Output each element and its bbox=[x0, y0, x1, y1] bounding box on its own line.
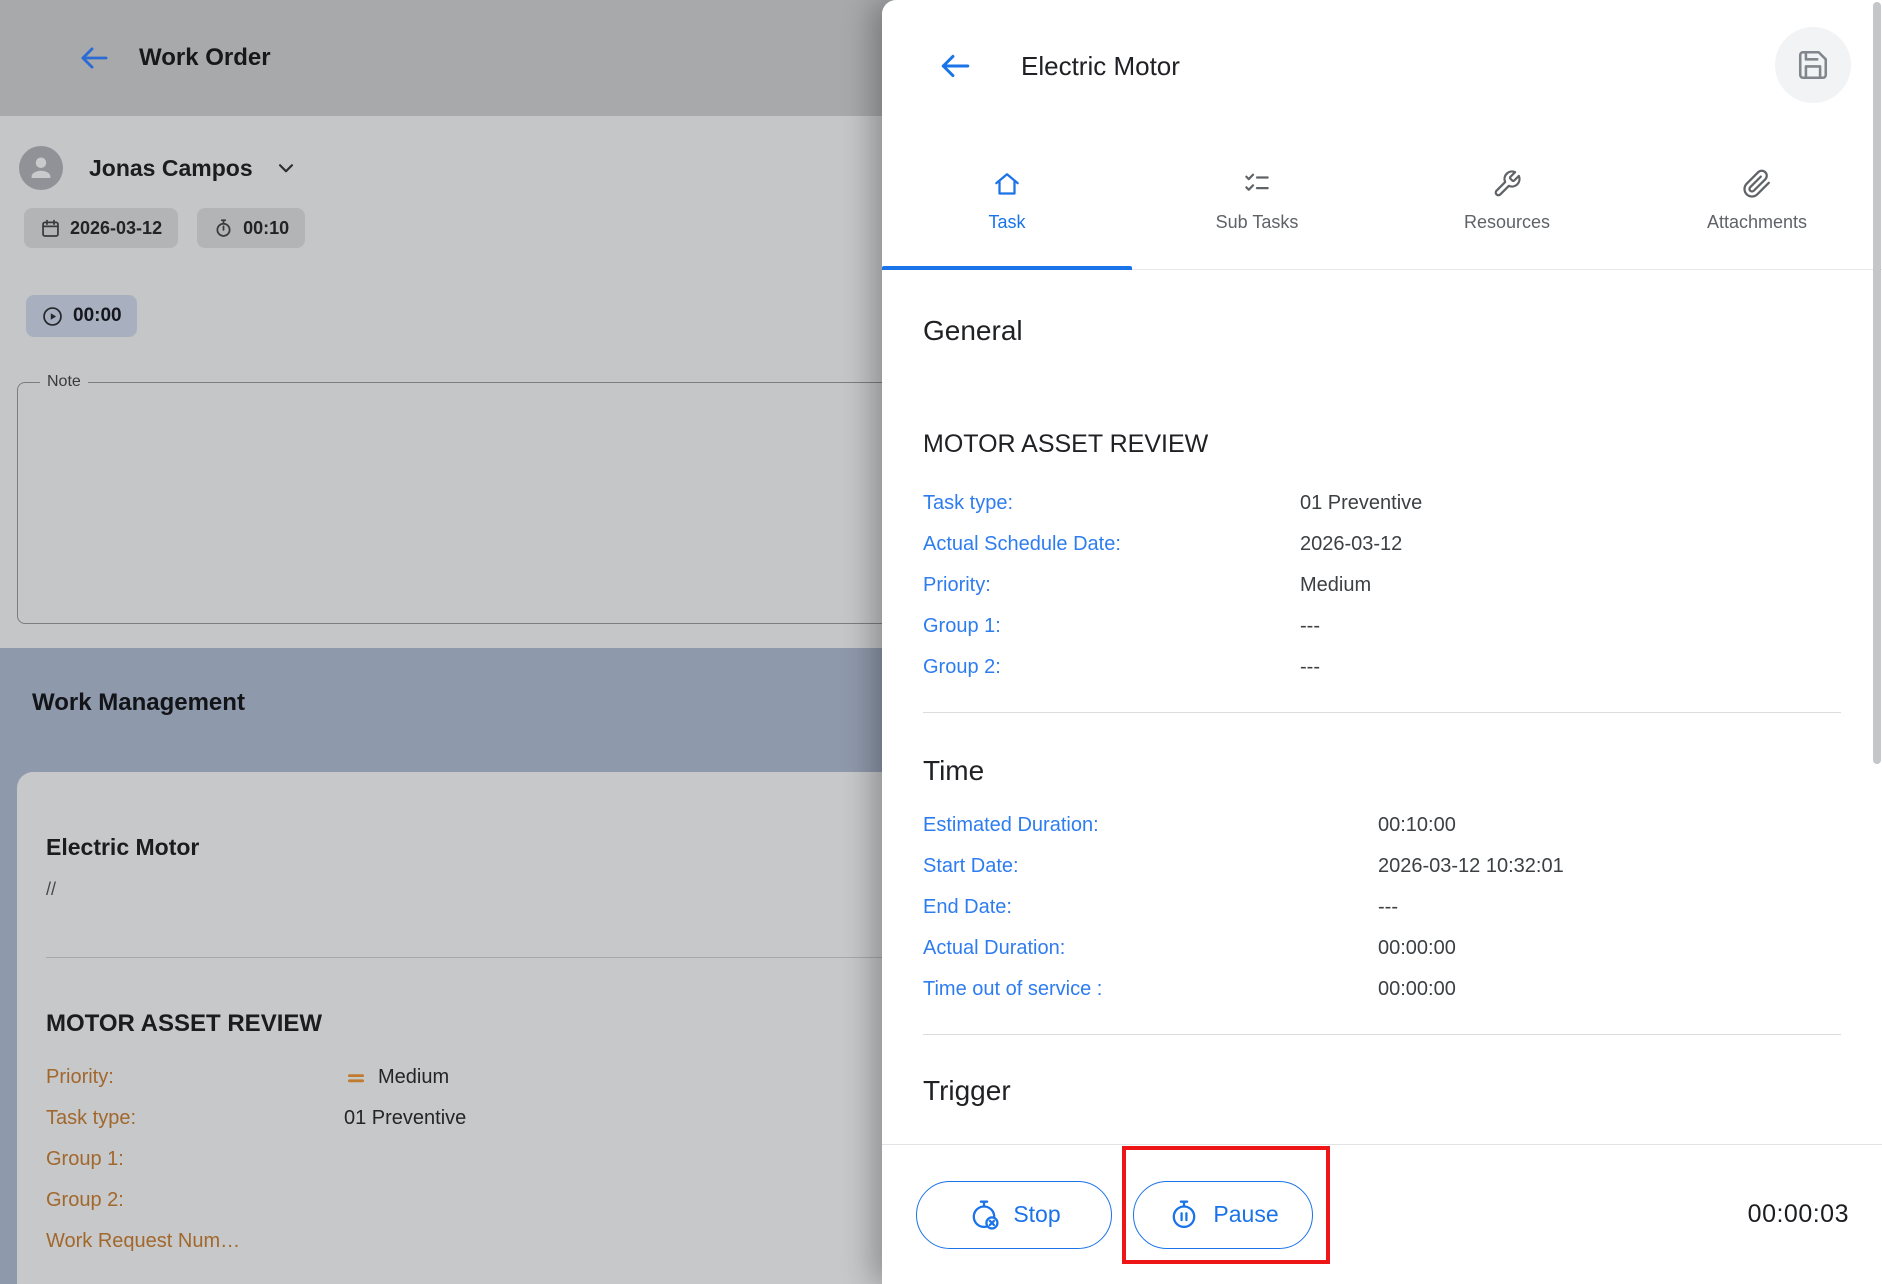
drawer-header: Electric Motor bbox=[882, 0, 1882, 132]
priority-medium-icon bbox=[344, 1066, 368, 1090]
pause-button-label: Pause bbox=[1213, 1201, 1278, 1228]
detail-row: End Date: --- bbox=[923, 887, 1841, 928]
task-detail-drawer: Electric Motor Task Sub Tasks Resources bbox=[882, 0, 1882, 1284]
heading-motor-asset-review: MOTOR ASSET REVIEW bbox=[923, 429, 1841, 459]
heading-time: Time bbox=[923, 754, 1841, 788]
assignee-name: Jonas Campos bbox=[89, 155, 253, 182]
detail-value: 00:00:00 bbox=[1378, 937, 1456, 960]
time-rows: Estimated Duration: 00:10:00 Start Date:… bbox=[923, 805, 1841, 1010]
field-label: Group 1: bbox=[46, 1148, 344, 1171]
drawer-footer: Stop Pause 00:00:03 bbox=[882, 1144, 1882, 1284]
detail-row: Group 2: --- bbox=[923, 647, 1841, 688]
back-icon[interactable] bbox=[77, 41, 111, 75]
avatar bbox=[19, 146, 63, 190]
detail-row: Actual Schedule Date: 2026-03-12 bbox=[923, 524, 1841, 565]
paperclip-icon bbox=[1742, 169, 1772, 199]
detail-row: Start Date: 2026-03-12 10:32:01 bbox=[923, 846, 1841, 887]
detail-label: Start Date: bbox=[923, 855, 1378, 878]
timer-chip-value: 00:00 bbox=[73, 305, 122, 327]
detail-row: Estimated Duration: 00:10:00 bbox=[923, 805, 1841, 846]
tab-sub-tasks[interactable]: Sub Tasks bbox=[1132, 132, 1382, 269]
stop-button-label: Stop bbox=[1013, 1201, 1060, 1228]
save-button[interactable] bbox=[1775, 27, 1851, 103]
duration-chip-value: 00:10 bbox=[243, 218, 289, 239]
detail-value: 2026-03-12 10:32:01 bbox=[1378, 855, 1564, 878]
schedule-chips: 2026-03-12 00:10 bbox=[24, 208, 305, 248]
detail-value: 00:10:00 bbox=[1378, 814, 1456, 837]
detail-row: Time out of service : 00:00:00 bbox=[923, 969, 1841, 1010]
duration-chip[interactable]: 00:10 bbox=[197, 208, 305, 248]
chevron-down-icon bbox=[273, 155, 299, 181]
heading-trigger: Trigger bbox=[923, 1074, 1841, 1108]
stopwatch-stop-icon bbox=[967, 1198, 1001, 1232]
detail-row: Priority: Medium bbox=[923, 565, 1841, 606]
stopwatch-icon bbox=[213, 218, 234, 239]
tab-resources[interactable]: Resources bbox=[1382, 132, 1632, 269]
back-icon[interactable] bbox=[937, 48, 973, 84]
detail-label: Group 1: bbox=[923, 615, 1300, 638]
page-title: Work Order bbox=[139, 44, 271, 72]
elapsed-timer: 00:00:03 bbox=[1748, 1200, 1849, 1229]
field-label: Task type: bbox=[46, 1107, 344, 1130]
detail-label: Actual Duration: bbox=[923, 937, 1378, 960]
tab-attachments[interactable]: Attachments bbox=[1632, 132, 1882, 269]
detail-label: Priority: bbox=[923, 574, 1300, 597]
field-label: Group 2: bbox=[46, 1189, 344, 1212]
tab-attachments-label: Attachments bbox=[1707, 212, 1807, 233]
assignee-selector[interactable]: Jonas Campos bbox=[19, 146, 299, 190]
general-rows: Task type: 01 Preventive Actual Schedule… bbox=[923, 483, 1841, 688]
tab-resources-label: Resources bbox=[1464, 212, 1550, 233]
detail-label: Task type: bbox=[923, 492, 1300, 515]
detail-label: Time out of service : bbox=[923, 978, 1378, 1001]
field-value: Medium bbox=[378, 1066, 449, 1089]
detail-value: --- bbox=[1300, 656, 1320, 679]
divider bbox=[923, 1034, 1841, 1035]
detail-label: Group 2: bbox=[923, 656, 1300, 679]
wrench-icon bbox=[1492, 169, 1522, 199]
detail-value: --- bbox=[1300, 615, 1320, 638]
pause-button[interactable]: Pause bbox=[1133, 1181, 1313, 1249]
drawer-title: Electric Motor bbox=[1021, 51, 1180, 82]
stop-button[interactable]: Stop bbox=[916, 1181, 1112, 1249]
task-tab-content: General MOTOR ASSET REVIEW Task type: 01… bbox=[882, 270, 1882, 1144]
note-label: Note bbox=[40, 373, 88, 391]
detail-row: Actual Duration: 00:00:00 bbox=[923, 928, 1841, 969]
date-chip[interactable]: 2026-03-12 bbox=[24, 208, 178, 248]
heading-general: General bbox=[923, 314, 1841, 348]
detail-value: 01 Preventive bbox=[1300, 492, 1422, 515]
detail-value: 00:00:00 bbox=[1378, 978, 1456, 1001]
divider bbox=[923, 712, 1841, 713]
active-tab-indicator bbox=[882, 266, 1132, 270]
detail-label: Estimated Duration: bbox=[923, 814, 1378, 837]
field-label: Work Request Num… bbox=[46, 1230, 344, 1253]
tab-task[interactable]: Task bbox=[882, 132, 1132, 269]
play-circle-icon bbox=[41, 305, 64, 328]
date-chip-value: 2026-03-12 bbox=[70, 218, 162, 239]
field-value: 01 Preventive bbox=[344, 1107, 466, 1130]
stopwatch-pause-icon bbox=[1167, 1198, 1201, 1232]
tab-task-label: Task bbox=[988, 212, 1025, 233]
field-label: Priority: bbox=[46, 1066, 344, 1089]
timer-chip[interactable]: 00:00 bbox=[26, 295, 137, 337]
detail-value: --- bbox=[1378, 896, 1398, 919]
detail-label: Actual Schedule Date: bbox=[923, 533, 1300, 556]
detail-value: Medium bbox=[1300, 574, 1371, 597]
home-icon bbox=[992, 169, 1022, 199]
drawer-tabs: Task Sub Tasks Resources Attachments bbox=[882, 132, 1882, 270]
floppy-save-icon bbox=[1796, 48, 1830, 82]
detail-value: 2026-03-12 bbox=[1300, 533, 1402, 556]
tab-sub-tasks-label: Sub Tasks bbox=[1216, 212, 1299, 233]
calendar-icon bbox=[40, 218, 61, 239]
detail-row: Group 1: --- bbox=[923, 606, 1841, 647]
detail-row: Task type: 01 Preventive bbox=[923, 483, 1841, 524]
scrollbar[interactable] bbox=[1873, 2, 1881, 764]
detail-label: End Date: bbox=[923, 896, 1378, 919]
checklist-icon bbox=[1242, 169, 1272, 199]
